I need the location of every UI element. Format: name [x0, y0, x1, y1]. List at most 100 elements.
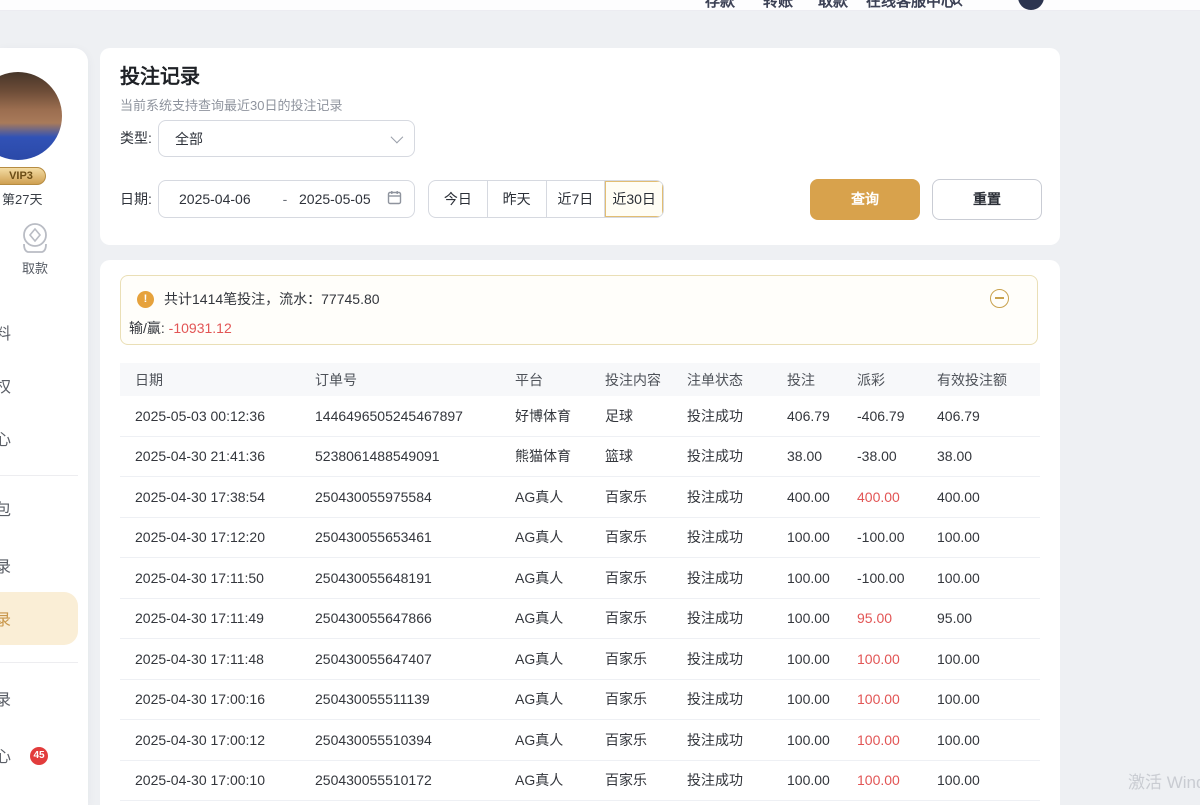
cell-date: 2025-04-30 17:00:16	[135, 691, 315, 707]
table-row: 2025-04-30 17:11:50250430055648191AG真人百家…	[120, 558, 1040, 599]
cell-date: 2025-04-30 17:11:48	[135, 651, 315, 667]
table-row: 2025-04-30 17:12:20250430055653461AG真人百家…	[120, 518, 1040, 559]
winloss-label: 输/赢:	[129, 320, 165, 336]
cell-date: 2025-04-30 17:38:54	[135, 489, 315, 505]
quick-date-today[interactable]: 今日	[429, 181, 488, 217]
reset-button[interactable]: 重置	[932, 179, 1042, 220]
table-row: 2025-04-30 17:11:48250430055647407AG真人百家…	[120, 639, 1040, 680]
sidebar-item-transaction-records[interactable]: 录	[0, 553, 19, 577]
cell-content: 百家乐	[605, 487, 687, 507]
quick-date-group: 今日 昨天 近7日 近30日	[428, 180, 664, 218]
query-button[interactable]: 查询	[810, 179, 920, 220]
winloss-value: -10931.12	[169, 320, 232, 336]
table-row: 2025-04-30 17:00:16250430055511139AG真人百家…	[120, 680, 1040, 721]
sidebar-item-security[interactable]: 心	[0, 426, 19, 450]
sidebar-item-privilege[interactable]: 权	[0, 373, 19, 397]
search-icon[interactable]	[948, 0, 964, 11]
col-content: 投注内容	[605, 370, 687, 390]
membership-day-text: 第27天	[2, 189, 42, 208]
summary-totals-text: 共计1414笔投注，流水：77745.80	[164, 289, 380, 309]
quick-date-30days[interactable]: 近30日	[605, 181, 663, 217]
cell-status: 投注成功	[687, 649, 787, 669]
col-payout: 派彩	[857, 370, 937, 390]
nav-item-transfer[interactable]: 转账	[763, 0, 793, 11]
withdraw-icon[interactable]	[16, 220, 54, 261]
topbar-avatar[interactable]	[1018, 0, 1044, 10]
cell-valid: 400.00	[937, 489, 1025, 505]
cell-status: 投注成功	[687, 406, 787, 426]
table-row: 2025-04-30 17:00:12250430055510394AG真人百家…	[120, 720, 1040, 761]
table-row: 2025-04-30 21:41:365238061488549091熊猫体育篮…	[120, 437, 1040, 478]
cell-payout: 100.00	[857, 651, 937, 667]
cell-content: 百家乐	[605, 568, 687, 588]
sidebar-item-betting-records-active[interactable]: 录	[0, 606, 19, 630]
top-navbar: 存款 转账 取款 在线客服中心	[0, 0, 1200, 11]
cell-valid: 100.00	[937, 772, 1025, 788]
cell-order: 250430055510172	[315, 772, 515, 788]
activate-windows-watermark: 激活 Windows	[1128, 768, 1200, 793]
cell-status: 投注成功	[687, 689, 787, 709]
summary-box: ! 共计1414笔投注，流水：77745.80 输/赢: -10931.12	[120, 275, 1038, 345]
cell-content: 百家乐	[605, 770, 687, 790]
calendar-icon	[387, 190, 402, 208]
withdraw-label[interactable]: 取款	[22, 258, 48, 277]
cell-bet: 406.79	[787, 408, 857, 424]
cell-valid: 100.00	[937, 732, 1025, 748]
cell-valid: 38.00	[937, 448, 1025, 464]
cell-content: 百家乐	[605, 730, 687, 750]
sidebar-item-profile[interactable]: 料	[0, 320, 19, 344]
cell-order: 250430055647407	[315, 651, 515, 667]
cell-valid: 100.00	[937, 529, 1025, 545]
cell-bet: 100.00	[787, 610, 857, 626]
cell-platform: AG真人	[515, 770, 605, 790]
cell-platform: AG真人	[515, 527, 605, 547]
type-select[interactable]: 全部	[158, 120, 415, 157]
sidebar-item-wallet[interactable]: 包	[0, 496, 19, 520]
user-avatar[interactable]	[0, 72, 62, 160]
cell-payout: 100.00	[857, 732, 937, 748]
info-icon: !	[137, 291, 154, 308]
cell-valid: 95.00	[937, 610, 1025, 626]
cell-bet: 100.00	[787, 772, 857, 788]
quick-date-yesterday[interactable]: 昨天	[488, 181, 547, 217]
cell-date: 2025-04-30 17:00:10	[135, 772, 315, 788]
collapse-icon[interactable]	[990, 289, 1009, 308]
nav-item-withdraw[interactable]: 取款	[818, 0, 848, 11]
cell-status: 投注成功	[687, 446, 787, 466]
cell-payout: 100.00	[857, 772, 937, 788]
cell-date: 2025-05-03 00:12:36	[135, 408, 315, 424]
sidebar-item-login-records[interactable]: 录	[0, 686, 19, 710]
table-row: 2025-05-03 00:12:361446496505245467897好博…	[120, 396, 1040, 437]
cell-content: 百家乐	[605, 649, 687, 669]
cell-payout: -100.00	[857, 570, 937, 586]
table-body: 2025-05-03 00:12:361446496505245467897好博…	[120, 396, 1040, 801]
cell-platform: AG真人	[515, 608, 605, 628]
cell-order: 1446496505245467897	[315, 408, 515, 424]
date-separator: -	[271, 191, 299, 207]
cell-payout: 400.00	[857, 489, 937, 505]
cell-order: 250430055648191	[315, 570, 515, 586]
nav-item-deposit[interactable]: 存款	[705, 0, 735, 11]
page-title: 投注记录	[120, 60, 200, 89]
date-range-input[interactable]: 2025-04-06 - 2025-05-05	[158, 180, 415, 218]
table-row: 2025-04-30 17:11:49250430055647866AG真人百家…	[120, 599, 1040, 640]
cell-platform: 熊猫体育	[515, 446, 605, 466]
cell-order: 250430055647866	[315, 610, 515, 626]
date-end-value: 2025-05-05	[299, 191, 387, 207]
message-count-badge: 45	[30, 747, 48, 765]
cell-bet: 100.00	[787, 529, 857, 545]
cell-date: 2025-04-30 17:11:49	[135, 610, 315, 626]
table-row: 2025-04-30 17:38:54250430055975584AG真人百家…	[120, 477, 1040, 518]
cell-order: 250430055975584	[315, 489, 515, 505]
cell-platform: AG真人	[515, 649, 605, 669]
cell-order: 250430055510394	[315, 732, 515, 748]
vip-badge: VIP3	[0, 167, 46, 185]
cell-date: 2025-04-30 21:41:36	[135, 448, 315, 464]
nav-item-service[interactable]: 在线客服中心	[866, 0, 956, 11]
cell-content: 百家乐	[605, 527, 687, 547]
quick-date-7days[interactable]: 近7日	[547, 181, 606, 217]
sidebar-item-message-center[interactable]: 心	[0, 743, 19, 767]
sidebar-divider	[0, 475, 78, 476]
cell-status: 投注成功	[687, 527, 787, 547]
cell-platform: AG真人	[515, 730, 605, 750]
